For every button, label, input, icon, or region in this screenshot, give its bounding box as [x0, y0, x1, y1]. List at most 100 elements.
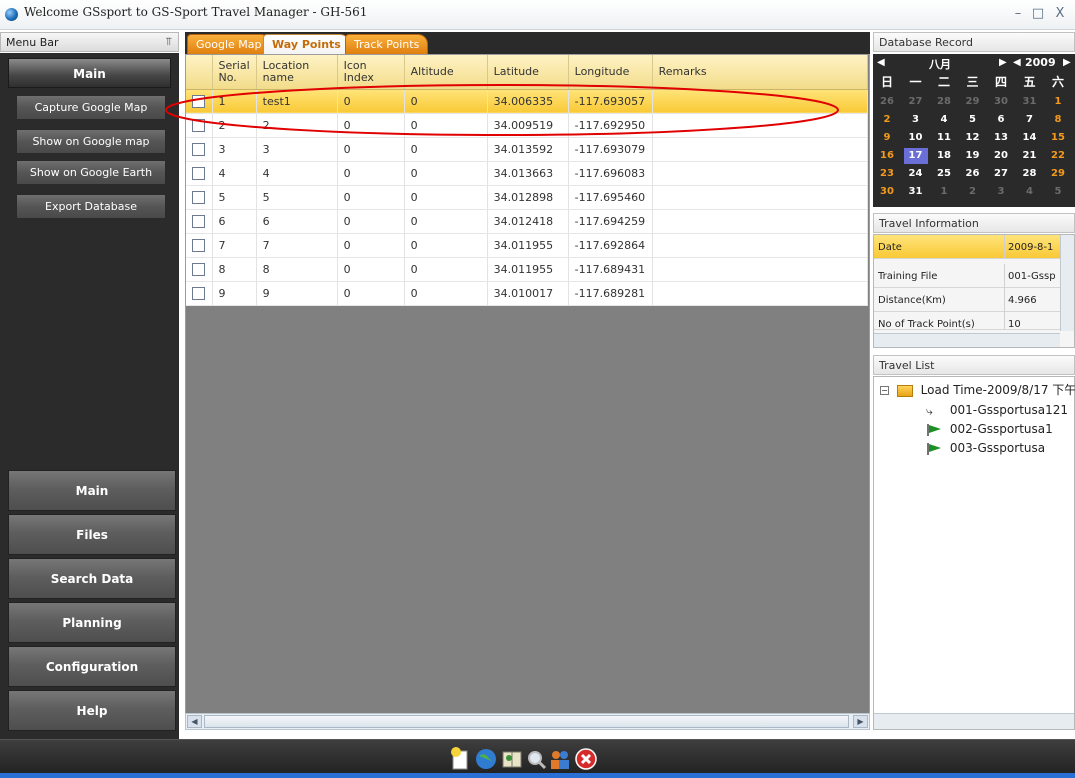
nav-search-data-button[interactable]: Search Data	[8, 558, 176, 599]
calendar-day[interactable]: 15	[1046, 130, 1070, 146]
calendar-day[interactable]: 19	[961, 148, 985, 164]
new-file-icon[interactable]	[448, 746, 472, 772]
row-checkbox[interactable]	[192, 238, 205, 252]
calendar-year[interactable]: 2009	[1025, 56, 1056, 69]
row-checkbox[interactable]	[192, 142, 205, 156]
calendar-day[interactable]: 26	[961, 166, 985, 182]
calendar-day[interactable]: 5	[1046, 184, 1070, 200]
travel-info-row[interactable]: Training File 001-Gssp	[874, 264, 1060, 288]
tab-google-map[interactable]: Google Map	[187, 34, 271, 54]
col-longitude[interactable]: Longitude	[568, 55, 653, 90]
calendar-day[interactable]: 18	[932, 148, 956, 164]
close-window-button[interactable]: X	[1052, 6, 1068, 22]
calendar-day[interactable]: 24	[904, 166, 928, 182]
calendar-day[interactable]: 28	[1018, 166, 1042, 182]
travel-info-hscrollbar[interactable]	[874, 333, 1060, 347]
calendar-day[interactable]: 28	[932, 94, 956, 110]
calendar-day[interactable]: 13	[989, 130, 1013, 146]
calendar-day[interactable]: 3	[989, 184, 1013, 200]
calendar-day[interactable]: 16	[875, 148, 899, 164]
export-database-button[interactable]: Export Database	[16, 194, 166, 219]
next-year-icon[interactable]: ▶	[1063, 57, 1071, 68]
collapse-icon[interactable]: −	[880, 386, 889, 395]
map-book-icon[interactable]	[500, 746, 524, 772]
calendar-day[interactable]: 4	[1018, 184, 1042, 200]
row-checkbox[interactable]	[192, 94, 205, 108]
prev-month-icon[interactable]: ◀	[877, 57, 885, 68]
row-checkbox[interactable]	[192, 286, 205, 300]
nav-files-button[interactable]: Files	[8, 514, 176, 555]
calendar-day[interactable]: 29	[1046, 166, 1070, 182]
row-checkbox[interactable]	[192, 118, 205, 132]
scrollbar-thumb[interactable]	[204, 715, 849, 728]
next-month-icon[interactable]: ▶	[999, 57, 1007, 68]
table-row[interactable]: 2 2 0 0 34.009519 -117.692950	[186, 113, 868, 138]
table-row[interactable]: 8 8 0 0 34.011955 -117.689431	[186, 257, 868, 282]
calendar-day[interactable]: 14	[1018, 130, 1042, 146]
nav-help-button[interactable]: Help	[8, 690, 176, 731]
calendar-day[interactable]: 30	[875, 184, 899, 200]
col-location-name[interactable]: Location name	[256, 55, 338, 90]
calendar-day[interactable]: 21	[1018, 148, 1042, 164]
nav-configuration-button[interactable]: Configuration	[8, 646, 176, 687]
col-remarks[interactable]: Remarks	[652, 55, 868, 90]
scroll-left-arrow-icon[interactable]: ◀	[187, 715, 202, 728]
calendar-day[interactable]: 10	[904, 130, 928, 146]
maximize-button[interactable]: □	[1030, 6, 1046, 22]
travel-info-vscrollbar[interactable]	[1060, 235, 1074, 331]
tab-track-points[interactable]: Track Points	[345, 34, 429, 54]
table-row[interactable]: 3 3 0 0 34.013592 -117.693079	[186, 137, 868, 162]
horizontal-scrollbar[interactable]: ◀ ▶	[185, 713, 870, 730]
calendar-day[interactable]: 29	[961, 94, 985, 110]
travel-info-row[interactable]: Distance(Km) 4.966	[874, 288, 1060, 312]
calendar-day[interactable]: 26	[875, 94, 899, 110]
close-icon[interactable]	[574, 746, 598, 772]
col-altitude[interactable]: Altitude	[404, 55, 488, 90]
calendar-day[interactable]: 7	[1018, 112, 1042, 128]
calendar-month[interactable]: 八月	[929, 56, 951, 72]
show-on-google-earth-button[interactable]: Show on Google Earth	[16, 160, 166, 185]
users-icon[interactable]	[548, 746, 572, 772]
row-checkbox[interactable]	[192, 166, 205, 180]
tab-way-points[interactable]: Way Points	[263, 34, 350, 54]
search-icon[interactable]	[524, 746, 548, 772]
travel-info-row[interactable]: Date 2009-8-1	[874, 235, 1060, 259]
row-checkbox[interactable]	[192, 190, 205, 204]
calendar-day[interactable]: 31	[1018, 94, 1042, 110]
calendar-day[interactable]: 11	[932, 130, 956, 146]
list-item[interactable]: ⤷ 001-Gssportusa121	[926, 403, 1068, 417]
calendar-day[interactable]: 12	[961, 130, 985, 146]
globe-icon[interactable]	[474, 746, 498, 772]
calendar-day[interactable]: 30	[989, 94, 1013, 110]
row-checkbox[interactable]	[192, 214, 205, 228]
col-latitude[interactable]: Latitude	[487, 55, 569, 90]
prev-year-icon[interactable]: ◀	[1013, 57, 1021, 68]
show-on-google-map-button[interactable]: Show on Google map	[16, 129, 166, 154]
table-row[interactable]: 1 test1 0 0 34.006335 -117.693057	[186, 89, 868, 114]
capture-google-map-button[interactable]: Capture Google Map	[16, 95, 166, 120]
calendar-day[interactable]: 1	[932, 184, 956, 200]
table-row[interactable]: 5 5 0 0 34.012898 -117.695460	[186, 185, 868, 210]
calendar-day[interactable]: 3	[904, 112, 928, 128]
table-row[interactable]: 9 9 0 0 34.010017 -117.689281	[186, 281, 868, 306]
scroll-right-arrow-icon[interactable]: ▶	[853, 715, 868, 728]
calendar-day[interactable]: 20	[989, 148, 1013, 164]
nav-main-button[interactable]: Main	[8, 470, 176, 511]
calendar-day[interactable]: 1	[1046, 94, 1070, 110]
calendar-day[interactable]: 27	[904, 94, 928, 110]
pin-icon[interactable]: ⫪	[166, 35, 172, 49]
travel-info-row[interactable]: No of Track Point(s) 10	[874, 312, 1060, 330]
calendar-day[interactable]: 17	[903, 148, 928, 164]
calendar-day[interactable]: 2	[961, 184, 985, 200]
calendar-day[interactable]: 8	[1046, 112, 1070, 128]
nav-planning-button[interactable]: Planning	[8, 602, 176, 643]
table-row[interactable]: 6 6 0 0 34.012418 -117.694259	[186, 209, 868, 234]
calendar-day[interactable]: 25	[932, 166, 956, 182]
col-icon-index[interactable]: Icon Index	[337, 55, 405, 90]
calendar-day[interactable]: 4	[932, 112, 956, 128]
tree-root-node[interactable]: − Load Time-2009/8/17 下午	[880, 381, 1075, 398]
travel-list-hscrollbar[interactable]	[874, 713, 1074, 729]
calendar-day[interactable]: 27	[989, 166, 1013, 182]
row-checkbox[interactable]	[192, 262, 205, 276]
list-item[interactable]: 002-Gssportusa1	[926, 422, 1053, 436]
